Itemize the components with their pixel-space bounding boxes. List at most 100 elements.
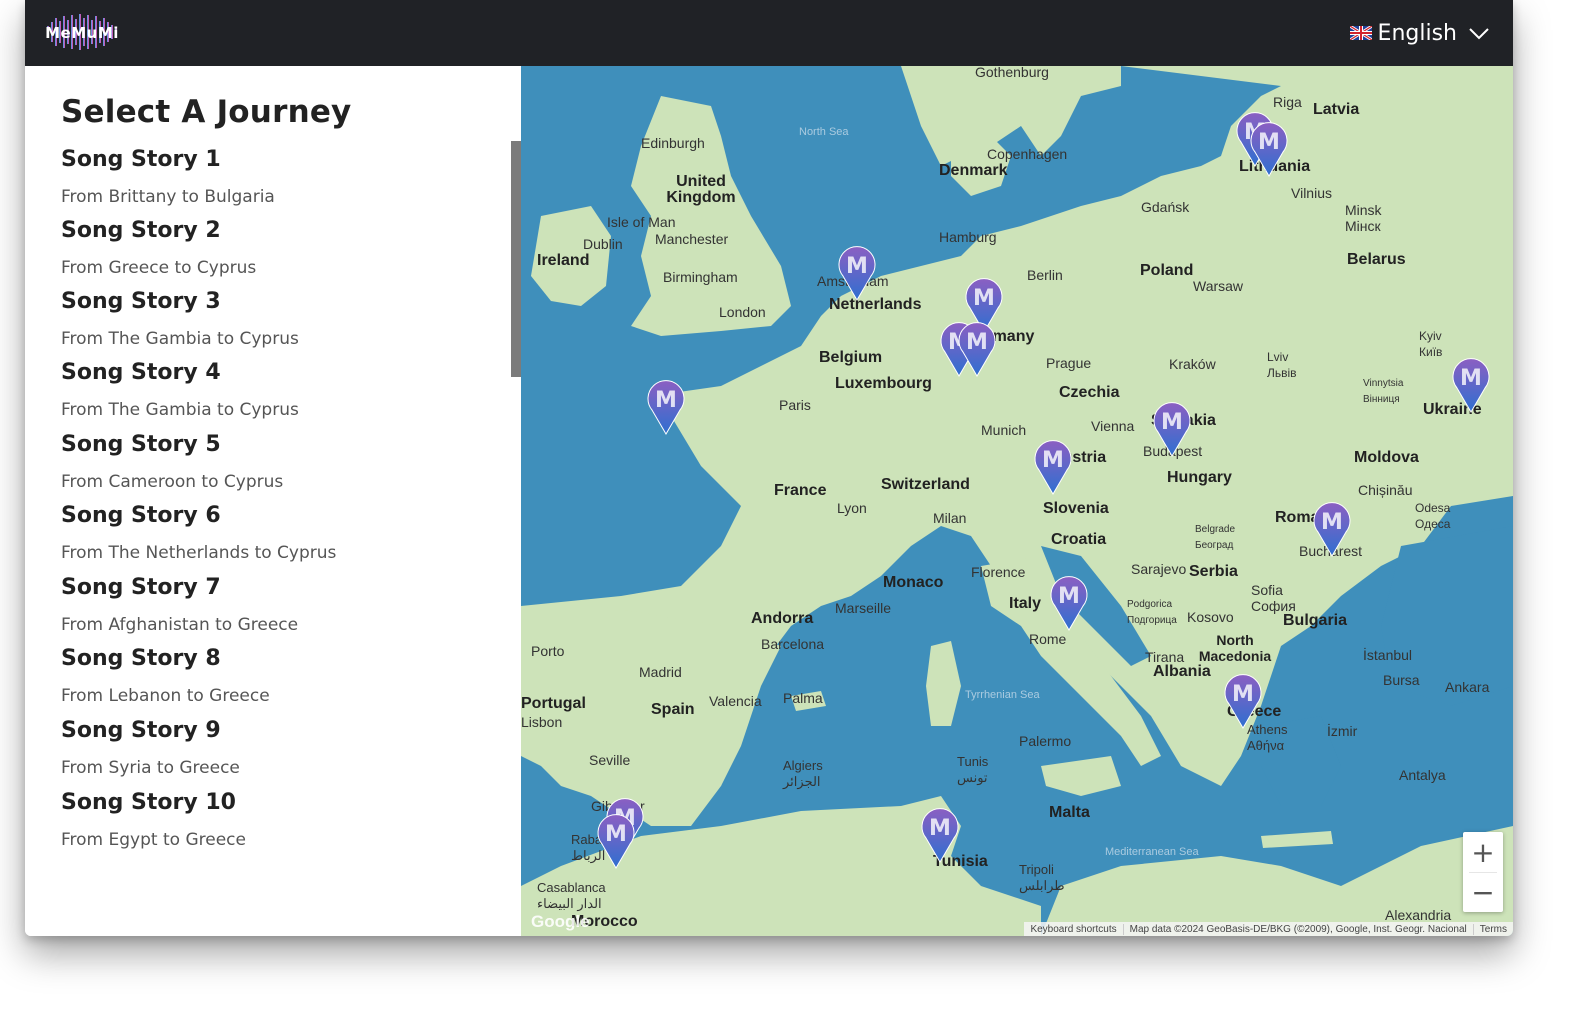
- svg-text:M: M: [1460, 366, 1482, 391]
- journey-item[interactable]: Song Story 2 From Greece to Cyprus: [61, 217, 501, 279]
- map-label: Lyon: [837, 500, 867, 516]
- map-label: Monaco: [883, 574, 944, 591]
- map-marker[interactable]: M: [594, 810, 638, 870]
- map-marker[interactable]: M: [1047, 572, 1091, 632]
- map-label: Paris: [779, 397, 811, 413]
- svg-text:M: M: [1321, 510, 1343, 535]
- marker-pin-icon: M: [1034, 440, 1072, 495]
- map-label: Gdańsk: [1141, 199, 1190, 215]
- map-label: Berlin: [1027, 267, 1063, 283]
- map-label: Lviv Львів: [1267, 350, 1297, 380]
- keyboard-shortcuts-link[interactable]: Keyboard shortcuts: [1024, 924, 1122, 935]
- memumi-logo[interactable]: MeMuMi: [45, 12, 119, 52]
- map-label: Kosovo: [1187, 609, 1234, 625]
- journey-item[interactable]: Song Story 8 From Lebanon to Greece: [61, 645, 501, 707]
- language-selector[interactable]: English: [1349, 18, 1491, 48]
- map-marker[interactable]: M: [1150, 398, 1194, 458]
- journey-route: From Syria to Greece: [61, 758, 240, 778]
- map-label: Ankara: [1445, 679, 1490, 695]
- map-label: Slovenia: [1043, 500, 1109, 517]
- journey-route: From The Gambia to Cyprus: [61, 400, 299, 420]
- map-label: Mediterranean Sea: [1105, 846, 1199, 858]
- map-marker[interactable]: M: [835, 242, 879, 302]
- journey-item[interactable]: Song Story 5 From Cameroon to Cyprus: [61, 431, 501, 493]
- map-marker[interactable]: M: [1310, 498, 1354, 558]
- journey-map[interactable]: Gothenburg Riga Latvia North Sea Edinbur…: [521, 66, 1513, 936]
- sidebar-title: Select A Journey: [61, 94, 352, 130]
- map-label: London: [719, 304, 766, 320]
- journey-item[interactable]: Song Story 9 From Syria to Greece: [61, 717, 501, 779]
- journey-item[interactable]: Song Story 3 From The Gambia to Cyprus: [61, 288, 501, 350]
- zoom-divider: [1469, 872, 1497, 873]
- marker-pin-icon: M: [1224, 674, 1262, 729]
- journey-title: Song Story 10: [61, 790, 236, 815]
- journey-item[interactable]: Song Story 1 From Brittany to Bulgaria: [61, 146, 501, 208]
- map-label: Sarajevo: [1131, 561, 1187, 577]
- map-label: Casablanca الدار البيضاء: [537, 880, 606, 911]
- map-label: Belarus: [1347, 251, 1406, 268]
- journey-item[interactable]: Song Story 6 From The Netherlands to Cyp…: [61, 502, 501, 564]
- map-label: Luxembourg: [835, 375, 932, 392]
- marker-pin-icon: M: [1153, 402, 1191, 457]
- map-marker[interactable]: M: [644, 376, 688, 436]
- map-label: Edinburgh: [641, 135, 705, 151]
- map-label: Bulgaria: [1283, 612, 1348, 629]
- map-label: United Kingdom: [666, 173, 736, 206]
- map-label: Dublin: [583, 236, 623, 252]
- map-zoom-controls: + −: [1463, 832, 1503, 912]
- map-label: Seville: [589, 752, 631, 768]
- journey-route: From Afghanistan to Greece: [61, 615, 299, 635]
- map-label: France: [774, 482, 827, 499]
- terms-link[interactable]: Terms: [1472, 923, 1513, 935]
- journey-title: Song Story 8: [61, 646, 221, 671]
- journey-route: From The Gambia to Cyprus: [61, 329, 299, 349]
- journey-item[interactable]: Song Story 7 From Afghanistan to Greece: [61, 574, 501, 636]
- map-label: Czechia: [1059, 384, 1120, 401]
- map-marker[interactable]: M: [1031, 436, 1075, 496]
- map-marker[interactable]: M: [918, 804, 962, 864]
- map-label: Florence: [971, 564, 1026, 580]
- map-label: Tyrrhenian Sea: [965, 689, 1040, 701]
- marker-pin-icon: M: [647, 380, 685, 435]
- map-label: Sofia София: [1251, 582, 1296, 614]
- map-marker[interactable]: M: [1247, 118, 1291, 178]
- map-label: Latvia: [1313, 101, 1360, 118]
- svg-text:M: M: [929, 816, 951, 841]
- map-label: Lisbon: [521, 714, 563, 730]
- map-marker[interactable]: M: [1449, 354, 1493, 414]
- map-label: Porto: [531, 643, 565, 659]
- map-label: Hungary: [1167, 469, 1232, 486]
- app-window: MeMuMi English Select A Journey Song Sto…: [25, 0, 1513, 936]
- map-label: Palermo: [1019, 733, 1072, 749]
- map-marker[interactable]: M: [1221, 670, 1265, 730]
- sidebar-scrollbar[interactable]: [511, 141, 521, 377]
- zoom-out-button[interactable]: −: [1463, 872, 1503, 912]
- map-label: Odesa Одеса: [1415, 501, 1451, 531]
- google-logo: Google: [531, 912, 590, 931]
- map-label: Andorra: [751, 610, 814, 627]
- map-label: Hamburg: [939, 229, 997, 245]
- map-label: North Macedonia: [1198, 632, 1272, 664]
- map-label: Serbia: [1189, 563, 1238, 580]
- marker-pin-icon: M: [1250, 122, 1288, 177]
- journey-item[interactable]: Song Story 4 From The Gambia to Cyprus: [61, 359, 501, 421]
- map-label: Albania: [1153, 663, 1211, 680]
- chevron-down-icon: [1469, 28, 1489, 40]
- map-label: Bursa: [1383, 672, 1420, 688]
- map-label: Warsaw: [1193, 278, 1244, 294]
- journey-title: Song Story 4: [61, 360, 221, 385]
- zoom-in-button[interactable]: +: [1463, 832, 1503, 872]
- journey-title: Song Story 9: [61, 718, 221, 743]
- journey-route: From Brittany to Bulgaria: [61, 187, 275, 207]
- map-label: Kraków: [1169, 356, 1216, 372]
- journey-title: Song Story 6: [61, 503, 221, 528]
- map-marker[interactable]: M: [955, 318, 999, 378]
- map-label: Valencia: [709, 693, 762, 709]
- map-label: Moldova: [1354, 449, 1419, 466]
- journey-item[interactable]: Song Story 10 From Egypt to Greece: [61, 789, 501, 851]
- map-label: Italy: [1009, 595, 1042, 612]
- svg-text:M: M: [966, 330, 988, 355]
- map-label: Chișinău: [1358, 482, 1413, 498]
- journey-title: Song Story 1: [61, 147, 221, 172]
- map-label: Minsk Мінск: [1345, 202, 1382, 234]
